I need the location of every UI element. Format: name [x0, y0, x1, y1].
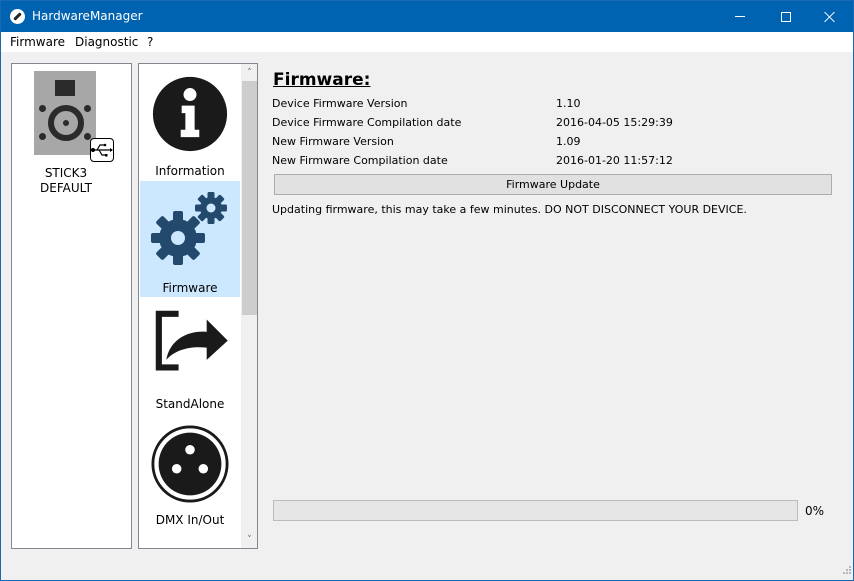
scroll-up-icon[interactable]: ˄ [241, 64, 257, 81]
progress-percent: 0% [805, 504, 825, 518]
info-row: New Firmware Compilation date 2016-01-20… [272, 154, 832, 173]
menu-help[interactable]: ? [147, 35, 153, 49]
nav-label: Firmware [162, 281, 218, 295]
section-nav: Information Firmware StandAlone DMX In/O… [138, 63, 258, 549]
device-list: STICK3 DEFAULT [11, 63, 132, 549]
info-value: 2016-01-20 11:57:12 [556, 154, 673, 167]
gears-icon [151, 192, 227, 265]
info-value: 1.09 [556, 135, 581, 148]
grip-dot [846, 569, 848, 571]
nav-label: Information [155, 164, 225, 178]
grip-dot [846, 572, 848, 574]
speaker-woofer [48, 105, 84, 141]
app-icon [10, 9, 25, 24]
minimize-icon [735, 16, 745, 17]
scroll-down-icon[interactable]: ˅ [241, 531, 257, 548]
title-bar[interactable]: HardwareManager [1, 1, 853, 32]
minimize-button[interactable] [717, 1, 763, 32]
nav-label: DMX In/Out [155, 513, 225, 527]
nav-item-standalone[interactable]: StandAlone [140, 297, 240, 413]
export-arrow-icon [155, 310, 228, 371]
maximize-button[interactable] [763, 1, 809, 32]
info-label: Device Firmware Compilation date [272, 116, 462, 129]
close-icon [824, 11, 836, 23]
window-title: HardwareManager [32, 9, 143, 23]
nav-item-information[interactable]: Information [140, 64, 240, 180]
info-row: New Firmware Version 1.09 [272, 135, 832, 154]
info-row: Device Firmware Compilation date 2016-04… [272, 116, 832, 135]
device-name-line1: STICK3 [44, 166, 88, 180]
grip-dot [849, 572, 851, 574]
grip-dot [843, 572, 845, 574]
speaker-dot [84, 105, 91, 112]
maximize-icon [781, 11, 791, 22]
info-label: New Firmware Compilation date [272, 154, 448, 167]
speaker-dot [39, 133, 46, 140]
progress-bar [273, 500, 798, 521]
nav-label: StandAlone [155, 397, 225, 411]
info-label: New Firmware Version [272, 135, 394, 148]
speaker-dot [39, 105, 46, 112]
grip-dot [849, 569, 851, 571]
menu-bar: Firmware Diagnostic ? [1, 32, 853, 52]
close-button[interactable] [807, 1, 853, 32]
scroll-thumb[interactable] [242, 81, 257, 315]
speaker-icon [34, 71, 96, 155]
usb-icon [90, 138, 114, 162]
menu-diagnostic[interactable]: Diagnostic [75, 35, 138, 49]
nav-item-dmx[interactable]: DMX In/Out [140, 413, 240, 529]
xlr-connector-icon [151, 425, 229, 503]
resize-grip[interactable] [840, 566, 852, 578]
info-icon [152, 76, 228, 152]
device-name-line2: DEFAULT [40, 181, 92, 195]
section-title: Firmware: [273, 70, 371, 90]
device-item[interactable]: STICK3 DEFAULT [12, 70, 131, 200]
info-label: Device Firmware Version [272, 97, 408, 110]
menu-firmware[interactable]: Firmware [10, 35, 65, 49]
info-value: 1.10 [556, 97, 581, 110]
info-value: 2016-04-05 15:29:39 [556, 116, 673, 129]
info-row: Device Firmware Version 1.10 [272, 97, 832, 116]
nav-scrollbar[interactable]: ˄ ˅ [241, 64, 257, 548]
grip-dot [849, 566, 851, 568]
nav-item-firmware[interactable]: Firmware [140, 181, 240, 297]
device-name: STICK3 DEFAULT [12, 166, 120, 196]
speaker-tweeter [55, 80, 75, 96]
warning-message: Updating firmware, this may take a few m… [272, 203, 747, 216]
firmware-update-button[interactable]: Firmware Update [274, 174, 832, 195]
